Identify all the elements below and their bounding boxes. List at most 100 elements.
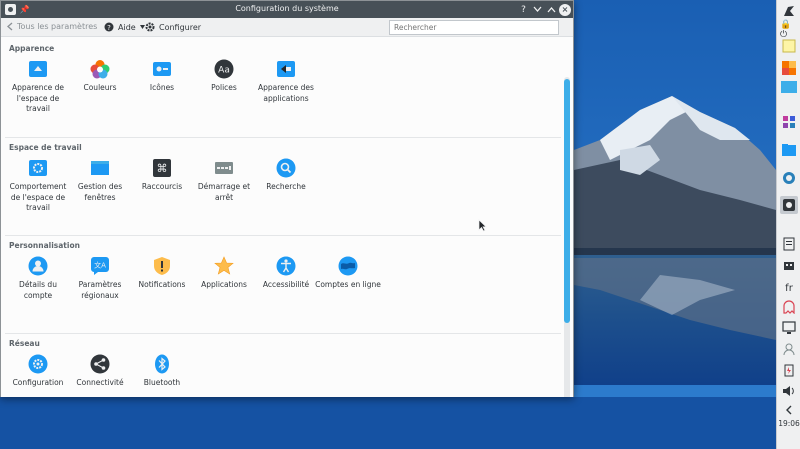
item-label: Couleurs [83,83,117,92]
back-button[interactable]: Tous les paramètres [7,22,97,31]
gear-icon [145,22,155,32]
battery-icon[interactable] [780,362,798,378]
volume-icon[interactable] [780,383,798,399]
configure-button[interactable]: Configurer [145,22,201,32]
item-label: Accessibilité [262,280,310,289]
svg-text:Aa: Aa [218,66,230,76]
accessibility-icon [276,256,296,276]
item-search[interactable]: Recherche [253,158,319,193]
section-appearance: Apparence Apparence de l'espace de trava… [5,39,561,135]
user-switch-icon[interactable] [780,341,798,357]
svg-text:?: ? [107,24,111,32]
item-regional-settings[interactable]: 文A Paramètres régionaux [67,256,133,301]
bluetooth-icon [152,354,172,374]
browser-icon[interactable] [780,170,798,186]
usb-device-icon[interactable] [780,258,798,274]
item-icons[interactable]: Icônes [129,59,195,94]
item-label: Notifications [138,280,186,289]
system-settings-window: 📌 Configuration du système ? × Tous les … [0,0,574,397]
lock-power-icon[interactable]: 🔒⏻ [780,20,798,40]
notifications-icon [152,256,172,276]
section-title: Espace de travail [9,143,82,152]
scrollbar-thumb[interactable] [564,79,570,323]
item-label: Apparence de l'espace de travail [11,83,65,113]
app-menu-icon[interactable] [780,114,798,130]
item-label: Raccourcis [141,182,183,191]
maximize-icon[interactable] [545,3,558,16]
svg-text:⌘: ⌘ [157,162,168,175]
help-icon: ? [104,22,114,32]
search-input[interactable] [389,20,559,35]
item-label: Icônes [149,83,175,92]
account-icon [28,256,48,276]
chevron-left-icon[interactable] [780,402,798,418]
clipboard-icon[interactable] [780,236,798,252]
item-window-management[interactable]: Gestion des fenêtres [67,158,133,203]
window-titlebar[interactable]: 📌 Configuration du système ? × [1,1,573,18]
item-network-configuration[interactable]: Configuration [5,354,71,389]
section-title: Apparence [9,44,55,53]
mouse-cursor-icon [478,219,487,232]
regional-settings-icon: 文A [90,256,110,276]
applications-star-icon [214,256,234,276]
item-application-style[interactable]: Apparence des applications [253,59,319,104]
chevron-left-icon [7,22,13,31]
item-notifications[interactable]: Notifications [129,256,195,291]
item-connectivity[interactable]: Connectivité [67,354,133,389]
colors-icon [90,59,110,79]
item-account-details[interactable]: Détails du compte [5,256,71,301]
item-label: Démarrage et arrêt [197,182,251,202]
desktop-pager-icon[interactable] [780,79,798,95]
item-label: Recherche [266,182,306,191]
notes-icon[interactable] [780,38,798,54]
toolbar: Tous les paramètres ? Aide Configurer [1,18,573,37]
section-title: Personnalisation [9,241,80,250]
connectivity-icon [90,354,110,374]
chevron-down-icon [139,25,145,29]
item-applications[interactable]: Applications [191,256,257,291]
configure-button-label: Configurer [159,22,202,32]
item-workspace-behavior[interactable]: Comportement de l'espace de travail [5,158,71,214]
help-button-label: Aide [118,22,136,32]
item-label: Apparence des applications [258,83,314,103]
item-label: Paramètres régionaux [78,280,122,300]
ghost-icon[interactable] [780,299,798,315]
item-online-accounts[interactable]: Comptes en ligne [315,256,381,291]
item-label: Polices [211,83,237,92]
panel-clock[interactable]: 19:06 [777,419,800,428]
vertical-scrollbar[interactable] [564,77,570,397]
online-accounts-icon [338,256,358,276]
item-fonts[interactable]: Aa Polices [191,59,257,94]
window-management-icon [90,158,110,178]
help-button[interactable]: ? Aide [104,22,145,32]
item-accessibility[interactable]: Accessibilité [253,256,319,291]
side-panel: 🔒⏻ fr 19:06 [776,0,800,449]
item-label: Gestion des fenêtres [77,182,123,202]
network-configuration-icon [28,354,48,374]
keyboard-layout-indicator[interactable]: fr [780,280,798,296]
help-question-icon[interactable]: ? [517,3,530,16]
section-personalization: Personnalisation Détails du compte 文A Pa… [5,235,561,331]
back-button-label: Tous les paramètres [17,22,98,31]
item-bluetooth[interactable]: Bluetooth [129,354,195,389]
close-icon[interactable]: × [559,3,571,16]
startup-shutdown-icon [214,158,234,178]
item-workspace-appearance[interactable]: Apparence de l'espace de travail [5,59,71,115]
launcher-icon[interactable] [780,3,798,19]
display-icon[interactable] [780,320,798,336]
minimize-icon[interactable] [531,3,544,16]
item-label: Configuration [12,378,64,387]
settings-content: Apparence Apparence de l'espace de trava… [1,37,573,397]
section-network: Réseau Configuration Connectivité Blueto… [5,333,561,397]
item-startup-shutdown[interactable]: Démarrage et arrêt [191,158,257,203]
workspace-appearance-icon [28,59,48,79]
section-title: Réseau [9,339,40,348]
item-colors[interactable]: Couleurs [67,59,133,94]
svg-text:文A: 文A [94,261,106,270]
search-icon [276,158,296,178]
file-manager-icon[interactable] [780,142,798,158]
calculator-icon[interactable] [780,60,798,76]
item-label: Comptes en ligne [315,280,381,289]
item-shortcuts[interactable]: ⌘ Raccourcis [129,158,195,193]
system-settings-task-icon[interactable] [780,196,798,214]
